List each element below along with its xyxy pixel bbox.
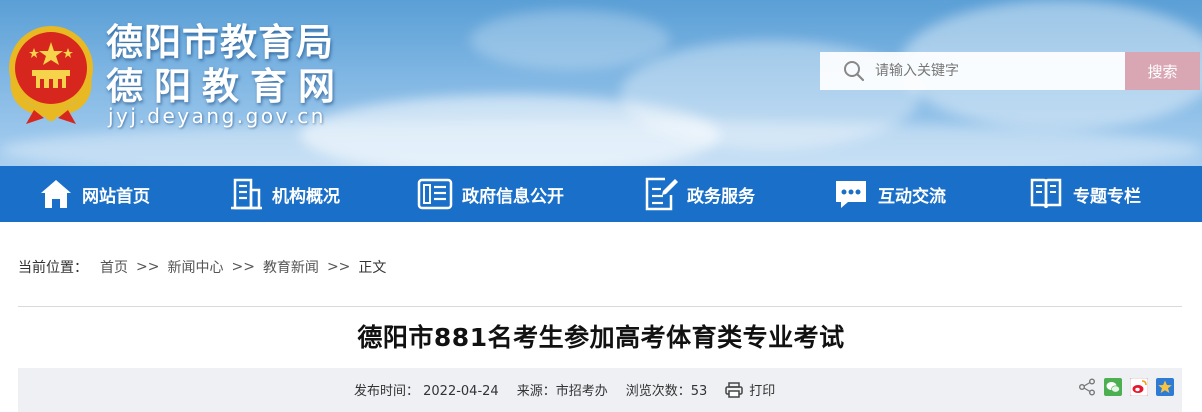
edit-document-icon [645,177,678,211]
nav-item-gov-info[interactable]: 政府信息公开 [416,166,564,222]
chat-icon [836,181,866,208]
breadcrumb-link-education-news[interactable]: 教育新闻 [263,257,319,277]
main-nav: 网站首页 机构概况 政府信息公开 政务服务 互动交流 专题专栏 [0,166,1202,222]
qzone-icon[interactable] [1156,378,1174,396]
search-input[interactable] [875,52,1115,90]
article-title: 德阳市881名考生参加高考体育类专业考试 [357,323,845,352]
nav-item-home[interactable]: 网站首页 [38,166,150,222]
breadcrumb-link-news-center[interactable]: 新闻中心 [167,257,223,277]
breadcrumb-separator: >> [136,259,160,275]
print-button[interactable]: 打印 [725,380,793,399]
share-bar [1070,378,1174,396]
view-count: 浏览次数：53 [625,384,708,399]
site-title-portal: 德阳教育网 [106,65,346,108]
book-icon [1030,178,1062,209]
site-domain: jyj.deyang.gov.cn [108,104,326,128]
publish-time: 发布时间： 2022-04-24 [354,384,499,399]
search-box [820,52,1125,90]
nav-item-organization[interactable]: 机构概况 [228,166,340,222]
breadcrumb-prefix: 当前位置： [18,260,88,276]
nav-item-interaction[interactable]: 互动交流 [832,166,946,222]
share-icon[interactable] [1078,378,1096,396]
home-icon [41,180,71,208]
search-icon [844,61,865,82]
nav-item-label: 网站首页 [82,186,150,207]
breadcrumb-separator: >> [231,259,255,275]
article-meta-bar: 发布时间： 2022-04-24 来源：市招考办 浏览次数：53 打印 [18,368,1182,412]
banner-cloud [470,10,670,70]
print-label: 打印 [749,384,776,399]
printer-icon [725,381,743,398]
breadcrumb-link-home[interactable]: 首页 [100,257,128,277]
article-source: 来源：市招考办 [516,384,608,399]
building-icon [231,178,262,210]
breadcrumb-separator: >> [326,259,351,275]
national-emblem-icon [9,26,93,124]
breadcrumb: 当前位置： 首页 >> 新闻中心 >> 教育新闻 >> 正文 [18,256,386,278]
nav-item-label: 政务服务 [687,186,755,207]
breadcrumb-current: 正文 [358,260,387,276]
nav-item-services[interactable]: 政务服务 [641,166,755,222]
article-meta: 发布时间： 2022-04-24 来源：市招考办 浏览次数：53 打印 [354,380,793,399]
document-list-icon [417,178,453,210]
weibo-icon[interactable] [1130,378,1148,396]
search-button[interactable]: 搜索 [1125,52,1200,90]
nav-item-label: 政府信息公开 [462,186,564,207]
divider [18,306,1182,307]
nav-item-label: 互动交流 [878,186,946,207]
wechat-icon[interactable] [1104,378,1122,396]
nav-item-label: 机构概况 [272,186,340,207]
nav-item-topics[interactable]: 专题专栏 [1027,166,1141,222]
site-banner: 德阳市教育局 德阳教育网 jyj.deyang.gov.cn 搜索 [0,0,1202,166]
nav-item-label: 专题专栏 [1073,186,1141,207]
